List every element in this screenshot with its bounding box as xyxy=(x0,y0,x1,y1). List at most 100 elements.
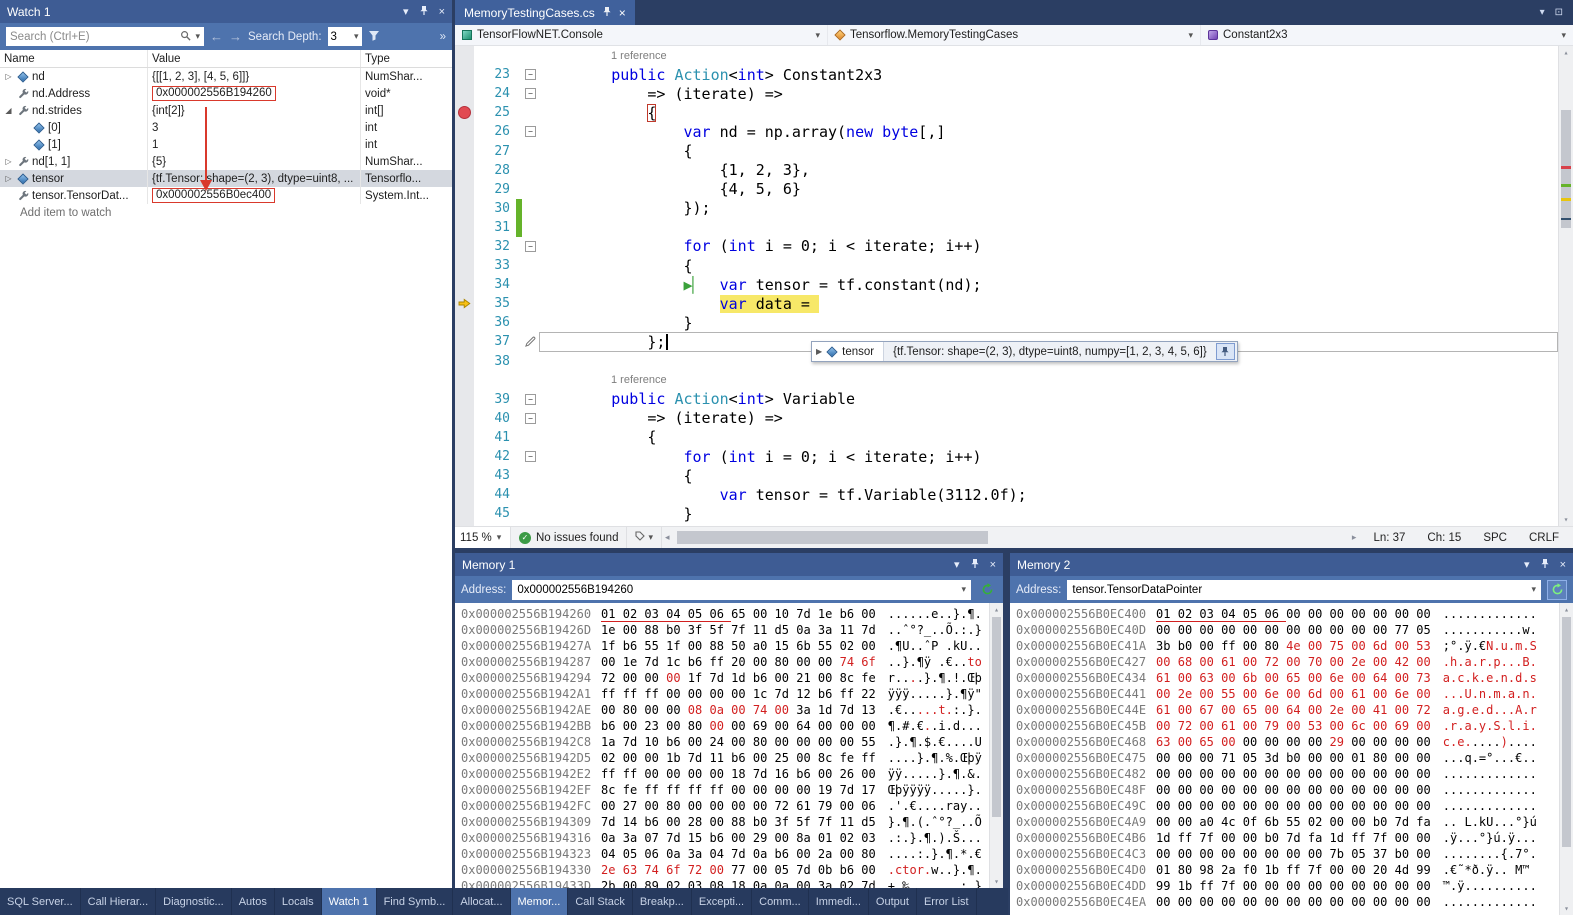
memory2-scrollbar[interactable]: ▴ ▾ xyxy=(1559,603,1573,915)
memory-row[interactable]: 0x000002556B0EC4D001 80 98 2a f0 1b ff 7… xyxy=(1016,862,1559,878)
expander-collapsed-icon[interactable]: ▷ xyxy=(3,174,14,183)
code-line[interactable]: 27{ xyxy=(455,141,1558,160)
fold-collapse-icon[interactable]: − xyxy=(522,451,539,462)
scroll-up-icon[interactable]: ▴ xyxy=(1560,605,1573,614)
memory-row[interactable]: 0x000002556B0EC41A3b b0 00 ff 00 80 4e 0… xyxy=(1016,638,1559,654)
tool-tab-watch-1[interactable]: Watch 1 xyxy=(322,888,377,915)
scroll-up-icon[interactable]: ▴ xyxy=(1559,48,1573,57)
hscrollbar-thumb[interactable] xyxy=(677,531,988,544)
chevron-down-icon[interactable]: ▾ xyxy=(403,5,409,18)
memory2-address-input[interactable]: tensor.TensorDataPointer ▾ xyxy=(1067,580,1541,600)
window-options-icon[interactable]: ⊡ xyxy=(1555,7,1563,18)
eol-indicator[interactable]: CRLF xyxy=(1529,532,1559,544)
datatip-variable[interactable]: ▶ tensor xyxy=(812,342,884,361)
memory-row[interactable]: 0x000002556B1943097d 14 b6 00 28 00 88 b… xyxy=(461,814,989,830)
memory-row[interactable]: 0x000002556B1943302e 63 74 6f 72 00 77 0… xyxy=(461,862,989,878)
code-line[interactable]: 44var tensor = tf.Variable(3112.0f); xyxy=(455,485,1558,504)
watch-value-cell[interactable]: {5} xyxy=(148,153,361,170)
memory-row[interactable]: 0x000002556B1942C81a 7d 10 b6 00 24 00 8… xyxy=(461,734,989,750)
tab-close-icon[interactable]: × xyxy=(619,6,626,20)
datatip-pin-button[interactable] xyxy=(1216,343,1235,360)
code-line[interactable]: 1 reference xyxy=(455,371,1558,390)
memory1-title-bar[interactable]: Memory 1 ▾ × xyxy=(455,553,1003,576)
watch-row[interactable]: ▷nd{[[1, 2, 3], [4, 5, 6]]}NumShar... xyxy=(0,68,452,85)
address-chevron-icon[interactable]: ▾ xyxy=(1531,584,1536,595)
memory-row[interactable]: 0x000002556B19433D2b 00 89 02 03 08 18 0… xyxy=(461,878,989,888)
current-statement-arrow-icon[interactable] xyxy=(455,294,474,313)
memory-row[interactable]: 0x000002556B1942AE00 80 00 00 08 0a 00 7… xyxy=(461,702,989,718)
memory-row[interactable]: 0x000002556B0EC43461 00 63 00 6b 00 65 0… xyxy=(1016,670,1559,686)
memory1-hex-view[interactable]: 0x000002556B19426001 02 03 04 05 06 65 0… xyxy=(455,603,1003,888)
code-line[interactable]: 30}); xyxy=(455,199,1558,218)
expander-collapsed-icon[interactable]: ▷ xyxy=(3,157,14,166)
close-icon[interactable]: × xyxy=(439,6,445,18)
toolbar-overflow-icon[interactable]: » xyxy=(440,31,446,43)
scroll-down-icon[interactable]: ▾ xyxy=(1559,515,1573,524)
close-icon[interactable]: × xyxy=(1560,559,1566,571)
scroll-left-icon[interactable]: ◂ xyxy=(662,532,673,543)
memory-row[interactable]: 0x000002556B19429472 00 00 00 1f 7d 1d b… xyxy=(461,670,989,686)
memory-row[interactable]: 0x000002556B0EC40D00 00 00 00 00 00 00 0… xyxy=(1016,622,1559,638)
code-line[interactable]: 42−for (int i = 0; i < iterate; i++) xyxy=(455,447,1558,466)
close-icon[interactable]: × xyxy=(990,559,996,571)
collapse-box[interactable]: − xyxy=(525,394,536,405)
memory-row[interactable]: 0x000002556B19427A1f b6 55 1f 00 88 50 a… xyxy=(461,638,989,654)
tool-tab-autos[interactable]: Autos xyxy=(232,888,275,915)
tool-tab-sql-server[interactable]: SQL Server... xyxy=(0,888,81,915)
watch-value-cell[interactable]: {int[2]} xyxy=(148,102,361,119)
watch-row[interactable]: ▷nd[1, 1]{5}NumShar... xyxy=(0,153,452,170)
collapse-box[interactable]: − xyxy=(525,126,536,137)
collapse-box[interactable]: − xyxy=(525,413,536,424)
tool-tab-find-symb[interactable]: Find Symb... xyxy=(377,888,454,915)
tab-memorytestingcases[interactable]: MemoryTestingCases.cs × xyxy=(455,0,635,25)
code-line[interactable]: 24−=> (iterate) => xyxy=(455,84,1558,103)
memory2-title-bar[interactable]: Memory 2 ▾ × xyxy=(1010,553,1573,576)
class-dropdown[interactable]: Tensorflow.MemoryTestingCases ▾ xyxy=(828,25,1201,45)
expander-collapsed-icon[interactable]: ▷ xyxy=(3,72,14,81)
watch-title-bar[interactable]: Watch 1 ▾ × xyxy=(0,0,452,23)
watch-value-cell[interactable]: 1 xyxy=(148,136,361,153)
scroll-down-icon[interactable]: ▾ xyxy=(990,877,1003,886)
memory-row[interactable]: 0x000002556B1942E2ff ff 00 00 00 00 18 7… xyxy=(461,766,989,782)
tool-tab-allocat[interactable]: Allocat... xyxy=(453,888,510,915)
chevron-down-icon[interactable]: ▾ xyxy=(954,558,960,571)
chevron-down-icon[interactable]: ▾ xyxy=(1524,558,1530,571)
editor-horizontal-scrollbar[interactable]: ◂ ▸ xyxy=(662,527,1359,548)
memory-row[interactable]: 0x000002556B0EC47500 00 00 71 05 3d b0 0… xyxy=(1016,750,1559,766)
memory-row[interactable]: 0x000002556B0EC4DD99 1b ff 7f 00 00 00 0… xyxy=(1016,878,1559,894)
memory-row[interactable]: 0x000002556B1942BBb6 00 23 00 80 00 00 6… xyxy=(461,718,989,734)
breakpoint-icon[interactable] xyxy=(458,106,471,119)
memory-row[interactable]: 0x000002556B1943160a 3a 07 7d 15 b6 00 2… xyxy=(461,830,989,846)
watch-value-cell[interactable]: 0x000002556B0ec400 xyxy=(148,187,361,204)
code-line[interactable]: 32−for (int i = 0; i < iterate; i++) xyxy=(455,237,1558,256)
fold-collapse-icon[interactable]: − xyxy=(522,126,539,137)
filter-icon[interactable] xyxy=(368,30,380,44)
watch-value-cell[interactable]: 0x000002556B194260 xyxy=(148,85,361,102)
watch-row[interactable]: ◢nd.strides{int[2]}int[] xyxy=(0,102,452,119)
memory-row[interactable]: 0x000002556B19432304 05 06 0a 3a 04 7d 0… xyxy=(461,846,989,862)
watch-value-cell[interactable]: {[[1, 2, 3], [4, 5, 6]]} xyxy=(148,68,361,85)
memory-row[interactable]: 0x000002556B19426D1e 00 88 b0 3f 5f 7f 1… xyxy=(461,622,989,638)
memory-row[interactable]: 0x000002556B0EC40001 02 03 04 05 06 00 0… xyxy=(1016,606,1559,622)
member-dropdown[interactable]: Constant2x3 ▾ xyxy=(1201,25,1573,45)
memory-row[interactable]: 0x000002556B0EC46863 00 65 00 00 00 00 0… xyxy=(1016,734,1559,750)
scroll-right-icon[interactable]: ▸ xyxy=(1349,532,1360,543)
code-area[interactable]: 1 reference23−public Action<int> Constan… xyxy=(455,46,1573,526)
memory-row[interactable]: 0x000002556B0EC4A900 00 a0 4c 0f 6b 55 0… xyxy=(1016,814,1559,830)
code-line[interactable]: 41{ xyxy=(455,428,1558,447)
tool-tab-diagnostic[interactable]: Diagnostic... xyxy=(156,888,232,915)
search-input[interactable]: Search (Ctrl+E) ▾ xyxy=(6,27,204,46)
memory-row[interactable]: 0x000002556B19428700 1e 7d 1c b6 ff 20 0… xyxy=(461,654,989,670)
fold-collapse-icon[interactable]: − xyxy=(522,88,539,99)
column-type[interactable]: Type xyxy=(361,50,452,67)
refresh-icon[interactable] xyxy=(977,580,997,600)
watch-row[interactable]: nd.Address0x000002556B194260void* xyxy=(0,85,452,102)
editor-vertical-scrollbar[interactable]: ▴ ▾ xyxy=(1558,46,1573,526)
memory-row[interactable]: 0x000002556B0EC44100 2e 00 55 00 6e 00 6… xyxy=(1016,686,1559,702)
watch-row[interactable]: tensor.TensorDat...0x000002556B0ec400Sys… xyxy=(0,187,452,204)
code-line[interactable]: 28{1, 2, 3}, xyxy=(455,161,1558,180)
fold-collapse-icon[interactable]: − xyxy=(522,69,539,80)
collapse-box[interactable]: − xyxy=(525,451,536,462)
column-value[interactable]: Value xyxy=(148,50,361,67)
scrollbar-thumb[interactable] xyxy=(992,617,1001,817)
